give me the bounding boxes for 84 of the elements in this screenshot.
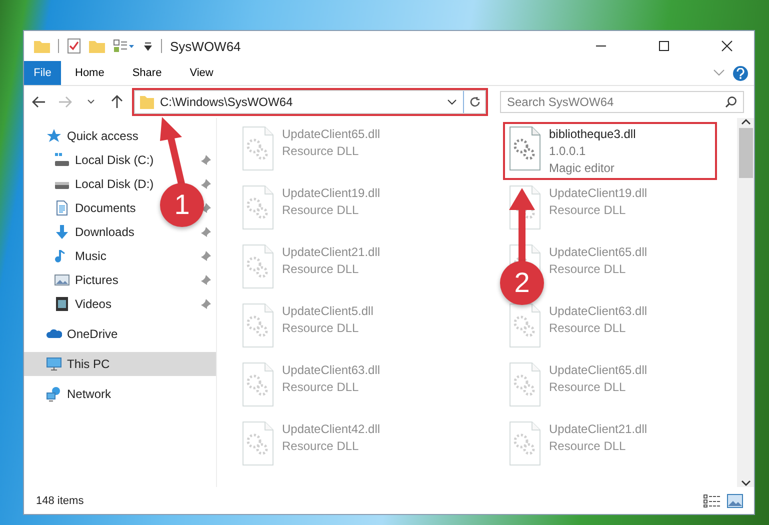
nav-item[interactable]: Quick access bbox=[24, 124, 140, 148]
window-title: SysWOW64 bbox=[170, 38, 241, 54]
dll-file-icon bbox=[509, 303, 541, 349]
file-detail: Resource DLL bbox=[282, 143, 360, 160]
folder-icon bbox=[140, 95, 154, 109]
file-name: bibliotheque3.dll bbox=[549, 126, 636, 143]
folder-icon[interactable] bbox=[34, 39, 50, 53]
item-count: 148 items bbox=[36, 494, 84, 506]
search-field[interactable]: Search SysWOW64 bbox=[500, 91, 744, 113]
nav-item[interactable]: Local Disk (D:) bbox=[24, 172, 156, 196]
scrollbar[interactable] bbox=[737, 118, 754, 487]
dll-file-icon bbox=[242, 303, 274, 349]
nav-item[interactable]: Videos bbox=[24, 292, 114, 316]
file-tile[interactable]: bibliotheque3.dll 1.0.0.1 Magic editor bbox=[505, 124, 715, 178]
expand-ribbon-icon[interactable] bbox=[713, 69, 725, 77]
up-arrow-icon bbox=[111, 95, 123, 109]
address-bar[interactable]: C:\Windows\SysWOW64 bbox=[134, 90, 486, 114]
file-detail: Resource DLL bbox=[282, 379, 360, 396]
nav-item[interactable]: This PC bbox=[24, 352, 216, 376]
document-icon bbox=[54, 200, 70, 216]
file-detail: Resource DLL bbox=[282, 202, 360, 219]
details-view-icon bbox=[703, 494, 721, 508]
nav-item[interactable]: Local Disk (C:) bbox=[24, 148, 156, 172]
nav-item[interactable]: Pictures bbox=[24, 268, 120, 292]
scroll-down-icon[interactable] bbox=[740, 479, 750, 487]
picture-icon bbox=[727, 494, 743, 508]
pin-icon[interactable] bbox=[200, 154, 212, 166]
file-detail: Resource DLL bbox=[282, 320, 360, 337]
dropdown-caret-icon[interactable] bbox=[143, 41, 153, 51]
pin-icon[interactable] bbox=[200, 178, 212, 190]
file-detail: Resource DLL bbox=[549, 320, 627, 337]
file-detail: Resource DLL bbox=[549, 202, 627, 219]
close-icon bbox=[720, 40, 732, 52]
file-detail: Resource DLL bbox=[549, 379, 627, 396]
star-icon bbox=[46, 128, 62, 144]
chevron-down-icon bbox=[87, 99, 95, 105]
scroll-thumb[interactable] bbox=[738, 128, 752, 178]
large-icons-view-button[interactable] bbox=[724, 494, 746, 508]
ribbon-tab[interactable]: Share bbox=[118, 61, 176, 85]
dll-file-icon bbox=[242, 244, 274, 290]
address-path: C:\Windows\SysWOW64 bbox=[160, 95, 293, 109]
ribbon-tab[interactable]: View bbox=[176, 61, 228, 85]
dll-file-icon bbox=[242, 126, 274, 172]
file-detail: Resource DLL bbox=[282, 261, 360, 278]
dll-file-icon bbox=[242, 362, 274, 408]
chevron-down-icon bbox=[447, 99, 457, 105]
question-mark-icon bbox=[736, 68, 745, 78]
search-icon bbox=[725, 96, 737, 108]
nav-item[interactable]: Downloads bbox=[24, 220, 136, 244]
nav-item[interactable]: Music bbox=[24, 244, 108, 268]
dll-file-icon bbox=[242, 185, 274, 231]
file-detail: 1.0.0.1 bbox=[549, 143, 587, 160]
file-menu-button[interactable]: File bbox=[24, 61, 61, 85]
back-arrow-icon bbox=[32, 96, 46, 108]
picture-icon bbox=[54, 272, 70, 288]
nav-item[interactable]: Network bbox=[24, 382, 114, 406]
pin-icon[interactable] bbox=[200, 250, 212, 262]
file-detail: Resource DLL bbox=[549, 261, 627, 278]
dll-file-icon bbox=[509, 421, 541, 467]
down-arrow-icon bbox=[54, 224, 70, 240]
help-button[interactable] bbox=[733, 66, 748, 80]
dll-file-icon bbox=[242, 421, 274, 467]
maximize-icon bbox=[658, 40, 670, 52]
properties-icon[interactable] bbox=[113, 39, 135, 53]
file-detail: Magic editor bbox=[549, 160, 616, 177]
pin-icon[interactable] bbox=[200, 226, 212, 238]
file-detail: Resource DLL bbox=[549, 438, 627, 455]
checklist-icon[interactable] bbox=[67, 38, 81, 54]
dll-file-icon bbox=[509, 126, 541, 172]
pin-icon[interactable] bbox=[200, 298, 212, 310]
folder-icon[interactable] bbox=[89, 39, 105, 53]
drive-icon bbox=[54, 152, 70, 168]
forward-arrow-icon bbox=[58, 96, 72, 108]
film-icon bbox=[54, 296, 70, 312]
network-icon bbox=[46, 386, 62, 402]
file-detail: Resource DLL bbox=[282, 438, 360, 455]
nav-item[interactable]: Documents bbox=[24, 196, 138, 220]
nav-item[interactable]: OneDrive bbox=[24, 322, 120, 346]
pin-icon[interactable] bbox=[200, 274, 212, 286]
refresh-icon bbox=[468, 96, 480, 108]
scroll-up-icon[interactable] bbox=[740, 118, 750, 126]
dll-file-icon bbox=[509, 362, 541, 408]
ribbon-tab[interactable]: Home bbox=[61, 61, 118, 85]
monitor-icon bbox=[46, 356, 62, 372]
